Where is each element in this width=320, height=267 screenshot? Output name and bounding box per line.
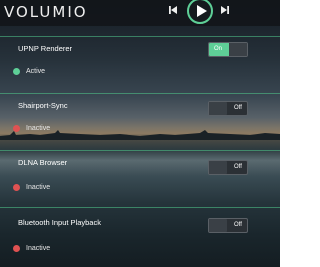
plugin-row-dlna-browser: DLNA Browser Inactive Off xyxy=(0,150,280,207)
plugin-status: Active xyxy=(26,68,46,75)
status-dot-icon xyxy=(13,184,20,191)
toggle-label: Off xyxy=(234,105,242,111)
plugin-toggle-dlna-browser[interactable]: Off xyxy=(208,160,248,175)
plugin-name: UPNP Renderer xyxy=(18,44,73,53)
toggle-label: Off xyxy=(234,164,242,170)
toggle-knob xyxy=(209,219,227,232)
plugin-toggle-shairport-sync[interactable]: Off xyxy=(208,101,248,116)
plugin-toggle-bluetooth-input-playback[interactable]: Off xyxy=(208,218,248,233)
plugin-row-upnp-renderer: UPNP Renderer Active On xyxy=(0,36,280,93)
toggle-label: Off xyxy=(234,222,242,228)
play-button[interactable] xyxy=(187,0,213,24)
status-dot-icon xyxy=(13,125,20,132)
toggle-label: On xyxy=(214,46,223,52)
plugin-status: Inactive xyxy=(26,184,51,191)
plugin-name: DLNA Browser xyxy=(18,158,68,167)
status-dot-icon xyxy=(13,245,20,252)
skip-previous-icon[interactable] xyxy=(168,5,178,15)
toggle-knob xyxy=(229,43,247,56)
top-bar: VOLUMIO xyxy=(0,0,280,26)
play-icon xyxy=(197,5,207,17)
plugin-name: Bluetooth Input Playback xyxy=(18,218,101,227)
plugin-toggle-upnp-renderer[interactable]: On xyxy=(208,42,248,57)
plugin-status: Inactive xyxy=(26,125,51,132)
plugin-row-shairport-sync: Shairport-Sync Inactive Off xyxy=(0,93,280,150)
status-dot-icon xyxy=(13,68,20,75)
volumio-logo[interactable]: VOLUMIO xyxy=(4,3,88,21)
plugin-status: Inactive xyxy=(26,245,51,252)
toggle-knob xyxy=(209,161,227,174)
plugin-row-bluetooth-input-playback: Bluetooth Input Playback Inactive Off xyxy=(0,207,280,267)
toggle-knob xyxy=(209,102,227,115)
app-window: VOLUMIO UPNP Renderer Active On Shairpor… xyxy=(0,0,280,267)
skip-next-icon[interactable] xyxy=(220,5,230,15)
plugin-name: Shairport-Sync xyxy=(18,101,68,110)
